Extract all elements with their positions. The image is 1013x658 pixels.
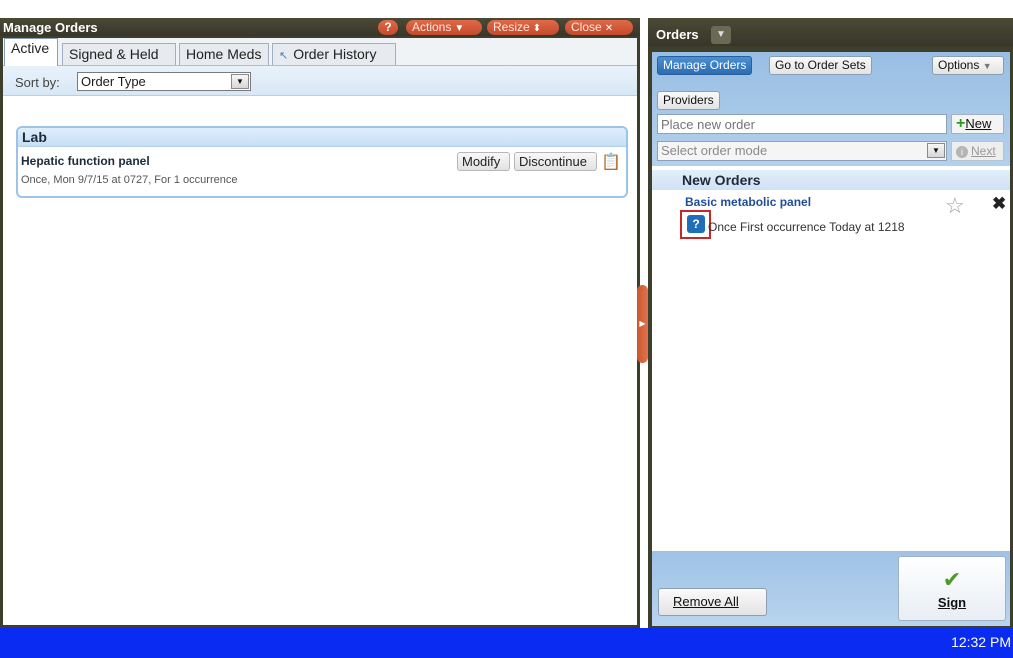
help-button[interactable]: ? — [378, 20, 398, 35]
tab-order-history-label: Order History — [293, 46, 377, 62]
orders-menu-button[interactable]: ▼ — [711, 26, 731, 44]
order-question-icon: ? — [687, 215, 705, 233]
remove-all-button[interactable]: Remove All — [658, 588, 767, 616]
order-question-icon-highlight[interactable]: ? — [680, 210, 711, 239]
providers-button[interactable]: Providers — [657, 91, 720, 110]
actions-button[interactable]: Actions ▼ — [406, 20, 482, 35]
star-icon[interactable]: ☆ — [945, 193, 965, 219]
chevron-down-icon: ▼ — [454, 23, 465, 34]
orders-titlebar: Orders ▼ — [648, 18, 1013, 46]
orders-panel: Orders ▼ Manage Orders Go to Order Sets … — [648, 18, 1013, 628]
options-label: Options — [938, 58, 980, 72]
taskbar: 12:32 PM — [0, 628, 1013, 658]
up-down-arrows-icon: ⬍ — [532, 23, 542, 34]
chevron-down-icon: ▼ — [716, 29, 726, 40]
chevron-down-icon: ▼ — [982, 61, 992, 71]
order-mode-placeholder: Select order mode — [661, 143, 768, 158]
plus-icon: + — [956, 115, 966, 132]
go-to-order-sets-button[interactable]: Go to Order Sets — [769, 56, 872, 75]
discontinue-button[interactable]: Discontinue — [514, 152, 597, 171]
chevron-down-icon[interactable]: ▼ — [231, 74, 249, 89]
info-icon: i — [956, 146, 968, 158]
actions-label: Actions — [412, 20, 452, 34]
tab-home-meds[interactable]: Home Meds — [179, 43, 269, 65]
new-label: New — [965, 116, 992, 131]
list-item: Basic metabolic panel ☆ ✖ ? Once First o… — [652, 190, 1010, 260]
new-orders-heading: New Orders — [652, 170, 1010, 190]
orders-title: Orders — [656, 27, 699, 42]
orders-content: Manage Orders Go to Order Sets Options ▼… — [652, 52, 1010, 626]
next-button[interactable]: i Next — [951, 141, 1004, 161]
lab-order-group: Lab Hepatic function panel Once, Mon 9/7… — [16, 126, 628, 198]
chevron-right-icon: ▶ — [639, 319, 646, 328]
sign-button[interactable]: ✔ Sign — [898, 556, 1006, 621]
new-order-detail: Once First occurrence Today at 1218 — [708, 220, 905, 234]
chevron-down-icon[interactable]: ▼ — [927, 143, 945, 158]
close-icon: ✕ — [604, 23, 614, 34]
resize-label: Resize — [493, 20, 530, 34]
orders-tab-bar: Active Signed & Held Home Meds ↖ Order Hi… — [3, 38, 637, 66]
sign-label: Sign — [937, 595, 967, 610]
orders-footer: Remove All ✔ Sign — [652, 551, 1010, 626]
order-mode-select[interactable]: Select order mode ▼ — [657, 141, 947, 161]
clipboard-icon[interactable]: 📋 — [601, 152, 621, 172]
options-button[interactable]: Options ▼ — [932, 56, 1004, 75]
lab-group-heading: Lab — [18, 128, 626, 147]
tab-order-history[interactable]: ↖ Order History — [272, 43, 396, 65]
modify-button[interactable]: Modify — [457, 152, 510, 171]
close-button[interactable]: Close ✕ — [565, 20, 633, 35]
sort-by-select[interactable]: Order Type ▼ — [77, 72, 251, 91]
remove-order-icon[interactable]: ✖ — [992, 194, 1006, 214]
resize-button[interactable]: Resize ⬍ — [487, 20, 559, 35]
manage-orders-title: Manage Orders — [3, 20, 98, 35]
history-arrow-icon: ↖ — [279, 50, 289, 62]
taskbar-clock: 12:32 PM — [951, 634, 1011, 650]
order-name[interactable]: Hepatic function panel — [21, 154, 150, 168]
checkmark-icon: ✔ — [942, 567, 962, 592]
sort-bar: Sort by: Order Type ▼ — [3, 66, 637, 96]
close-label: Close — [571, 20, 602, 34]
manage-orders-content: Active Signed & Held Home Meds ↖ Order Hi… — [3, 38, 637, 625]
tab-active[interactable]: Active — [4, 38, 58, 66]
order-entry-area: Manage Orders Go to Order Sets Options ▼… — [652, 52, 1010, 166]
manage-orders-panel: Manage Orders ? Actions ▼ Resize ⬍ Close ✕ … — [0, 18, 640, 628]
manage-orders-titlebar: Manage Orders ? Actions ▼ Resize ⬍ Close ✕ — [0, 18, 640, 36]
panel-splitter-handle[interactable]: ▶ — [637, 285, 648, 363]
remove-all-label: Remove All — [673, 594, 739, 609]
next-label: Next — [971, 144, 996, 158]
manage-orders-button[interactable]: Manage Orders — [657, 56, 753, 75]
new-order-button[interactable]: +New — [951, 114, 1004, 134]
sort-by-label: Sort by: — [15, 75, 60, 90]
place-new-order-input[interactable] — [657, 114, 947, 134]
order-detail: Once, Mon 9/7/15 at 0727, For 1 occurren… — [21, 174, 238, 186]
tab-signed-held[interactable]: Signed & Held — [62, 43, 176, 65]
sort-by-value: Order Type — [81, 74, 146, 89]
new-order-name[interactable]: Basic metabolic panel — [685, 195, 811, 209]
